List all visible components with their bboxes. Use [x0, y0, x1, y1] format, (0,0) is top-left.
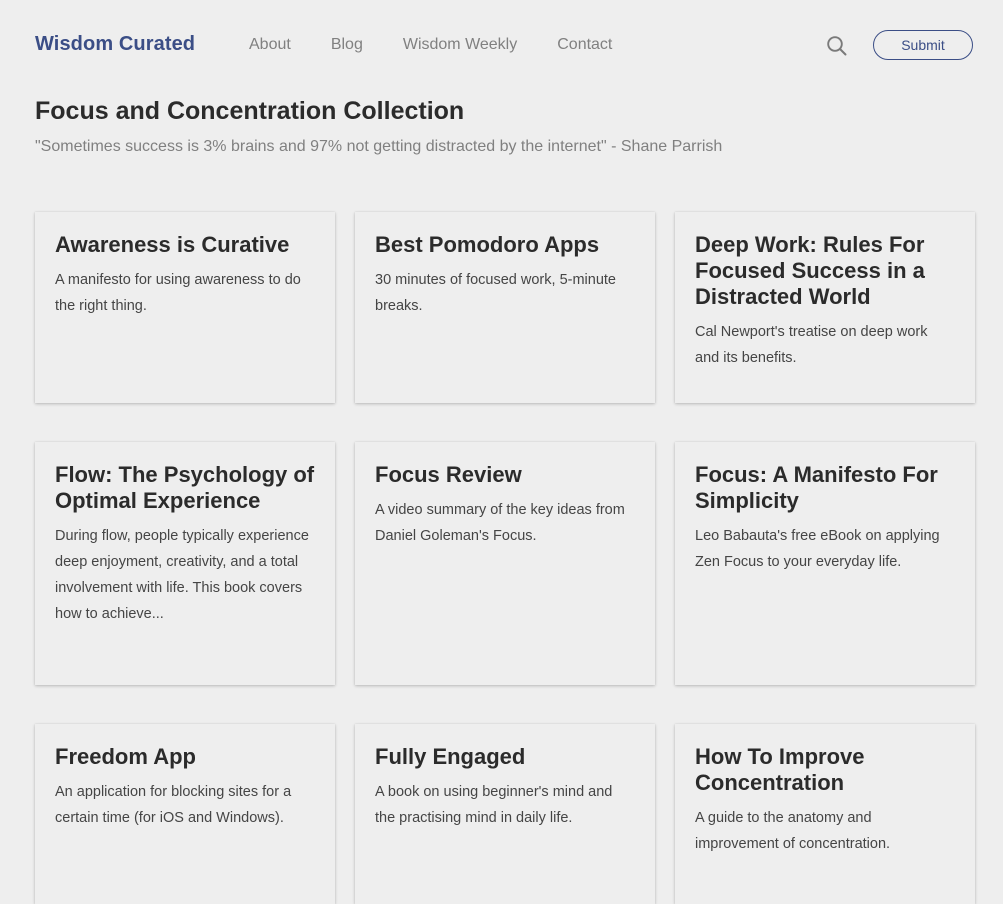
card-description: An application for blocking sites for a …: [55, 784, 292, 826]
site-logo[interactable]: Wisdom Curated: [35, 33, 195, 56]
card-title[interactable]: Deep Work: Rules For Focused Success in …: [695, 232, 955, 310]
resource-card-freedom-app[interactable]: Freedom App An application for blocking …: [35, 724, 335, 904]
resource-card-focus-review[interactable]: Focus Review A video summary of the key …: [355, 442, 655, 685]
nav-link-wisdom-weekly[interactable]: Wisdom Weekly: [403, 36, 517, 54]
card-title[interactable]: How To Improve Concentration: [695, 744, 955, 796]
resource-card-deep-work[interactable]: Deep Work: Rules For Focused Success in …: [675, 212, 975, 403]
card-description: Cal Newport's treatise on deep work and …: [695, 324, 928, 366]
card-title[interactable]: Best Pomodoro Apps: [375, 232, 635, 258]
main-nav: About Blog Wisdom Weekly Contact: [249, 36, 652, 54]
nav-link-blog[interactable]: Blog: [331, 36, 363, 54]
card-description: A book on using beginner's mind and the …: [375, 784, 613, 826]
card-description: A video summary of the key ideas from Da…: [375, 502, 625, 544]
card-title[interactable]: Flow: The Psychology of Optimal Experien…: [55, 462, 315, 514]
card-title[interactable]: Awareness is Curative: [55, 232, 315, 258]
resource-card-improve-concentration[interactable]: How To Improve Concentration A guide to …: [675, 724, 975, 904]
page-quote: "Sometimes success is 3% brains and 97% …: [35, 138, 723, 155]
resource-card-fully-engaged[interactable]: Fully Engaged A book on using beginner's…: [355, 724, 655, 904]
resource-card-best-pomodoro-apps[interactable]: Best Pomodoro Apps 30 minutes of focused…: [355, 212, 655, 403]
card-title[interactable]: Focus: A Manifesto For Simplicity: [695, 462, 955, 514]
resource-card-awareness-is-curative[interactable]: Awareness is Curative A manifesto for us…: [35, 212, 335, 403]
resource-card-flow[interactable]: Flow: The Psychology of Optimal Experien…: [35, 442, 335, 685]
card-description: During flow, people typically experience…: [55, 528, 309, 622]
card-description: A guide to the anatomy and improvement o…: [695, 810, 891, 852]
card-description: 30 minutes of focused work, 5-minute bre…: [375, 272, 616, 314]
search-icon[interactable]: [826, 35, 848, 57]
resource-card-focus-manifesto[interactable]: Focus: A Manifesto For Simplicity Leo Ba…: [675, 442, 975, 685]
card-description: A manifesto for using awareness to do th…: [55, 272, 301, 314]
site-header: Wisdom Curated About Blog Wisdom Weekly …: [0, 0, 1003, 92]
card-title[interactable]: Fully Engaged: [375, 744, 635, 770]
page-title: Focus and Concentration Collection: [35, 97, 465, 125]
card-title[interactable]: Freedom App: [55, 744, 315, 770]
nav-link-contact[interactable]: Contact: [557, 36, 612, 54]
card-title[interactable]: Focus Review: [375, 462, 635, 488]
nav-link-about[interactable]: About: [249, 36, 291, 54]
card-description: Leo Babauta's free eBook on applying Zen…: [695, 528, 940, 570]
submit-button[interactable]: Submit: [873, 30, 973, 60]
